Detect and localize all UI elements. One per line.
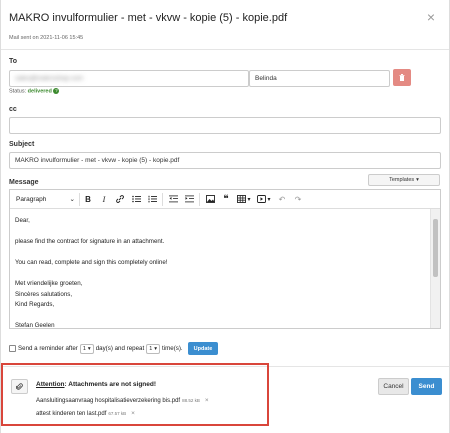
delete-recipient-button[interactable] bbox=[393, 69, 411, 86]
bullet-list-icon bbox=[131, 195, 141, 203]
attachment-item: attest kinderen ten last.pdf 67.57 kB × bbox=[36, 410, 135, 417]
message-body[interactable]: Dear, please find the contract for signa… bbox=[10, 209, 430, 328]
message-label: Message bbox=[9, 179, 39, 186]
reminder-text-middle: day(s) and repeat bbox=[95, 345, 145, 352]
caret-down-icon: ▾ bbox=[87, 345, 91, 352]
insert-image-button[interactable] bbox=[202, 192, 218, 207]
outdent-button[interactable] bbox=[165, 192, 181, 207]
image-icon bbox=[205, 195, 215, 203]
caret-down-icon: ▾ bbox=[154, 345, 158, 352]
cc-field[interactable] bbox=[9, 117, 441, 134]
chevron-down-icon: ⌄ bbox=[69, 196, 75, 203]
message-line: please find the contract for signature i… bbox=[15, 238, 165, 245]
italic-button[interactable]: I bbox=[96, 192, 112, 207]
message-line bbox=[15, 269, 425, 280]
attachment-name[interactable]: attest kinderen ten last.pdf bbox=[36, 411, 106, 417]
subject-field[interactable]: MAKRO invulformulier - met - vkvw - kopi… bbox=[9, 152, 441, 169]
reminder-text-before: Send a reminder after bbox=[18, 345, 78, 352]
days-value: 1 bbox=[82, 345, 86, 352]
attachment-item: Aansluitingsaanvraag hospitalisatieverze… bbox=[36, 397, 209, 404]
table-icon bbox=[237, 195, 247, 203]
undo-button[interactable]: ↶ bbox=[274, 192, 290, 207]
paragraph-format-select[interactable]: Paragraph ⌄ bbox=[12, 192, 80, 206]
message-line bbox=[15, 311, 425, 322]
reminder-repeat-select[interactable]: 1 ▾ bbox=[146, 343, 161, 354]
reminder-text-after: time(s). bbox=[162, 345, 183, 352]
numbered-list-icon bbox=[148, 195, 157, 203]
reminder-days-select[interactable]: 1 ▾ bbox=[79, 343, 94, 354]
status-value: delivered bbox=[27, 88, 52, 95]
toolbar-divider bbox=[162, 192, 163, 206]
attention-message: : Attachments are not signed! bbox=[64, 381, 157, 388]
attachment-size: 88.52 kB bbox=[182, 398, 200, 403]
quote-icon: ❝ bbox=[223, 193, 229, 205]
redo-button[interactable]: ↷ bbox=[290, 192, 306, 207]
outdent-icon bbox=[168, 195, 178, 203]
attachment-name[interactable]: Aansluitingsaanvraag hospitalisatieverze… bbox=[36, 398, 180, 404]
message-editor: Paragraph ⌄ B I ❝ ▾ ▾ ↶ ↷ Dear, please f… bbox=[9, 189, 441, 329]
format-value: Paragraph bbox=[16, 195, 47, 203]
bold-button[interactable]: B bbox=[80, 192, 96, 207]
attachment-size: 67.57 kB bbox=[108, 411, 127, 416]
to-name-value: Belinda bbox=[255, 75, 277, 82]
insert-media-button[interactable]: ▾ bbox=[254, 192, 274, 207]
templates-dropdown[interactable]: Templates ▾ bbox=[368, 174, 440, 186]
templates-label: Templates bbox=[389, 177, 415, 183]
message-line: Met vriendelijke groeten, bbox=[15, 280, 83, 287]
indent-icon bbox=[184, 195, 194, 203]
attention-label: Attention bbox=[36, 381, 65, 388]
reminder-checkbox[interactable] bbox=[9, 345, 16, 352]
add-attachment-button[interactable] bbox=[11, 379, 28, 394]
close-icon[interactable]: × bbox=[427, 10, 435, 24]
numbered-list-button[interactable] bbox=[144, 192, 160, 207]
bullet-list-button[interactable] bbox=[128, 192, 144, 207]
link-button[interactable] bbox=[112, 192, 128, 207]
delivery-status: Status: delivered ? bbox=[9, 88, 60, 95]
caret-down-icon: ▾ bbox=[416, 177, 419, 183]
message-line: Kind Regards, bbox=[15, 301, 55, 308]
mail-sent-meta: Mail sent on 2021-11-06 15:45 bbox=[9, 35, 84, 41]
media-icon bbox=[257, 195, 267, 203]
message-line: You can read, complete and sign this com… bbox=[15, 259, 168, 266]
toolbar-divider bbox=[199, 192, 200, 206]
remove-attachment-icon[interactable]: × bbox=[131, 410, 135, 417]
remove-attachment-icon[interactable]: × bbox=[205, 397, 209, 404]
reminder-row: Send a reminder after 1 ▾ day(s) and rep… bbox=[9, 342, 219, 355]
editor-toolbar: Paragraph ⌄ B I ❝ ▾ ▾ ↶ ↷ bbox=[10, 190, 440, 209]
cancel-button[interactable]: Cancel bbox=[378, 378, 409, 395]
update-button[interactable]: Update bbox=[187, 342, 219, 355]
subject-label: Subject bbox=[9, 141, 35, 148]
send-button[interactable]: Send bbox=[411, 378, 442, 395]
paperclip-icon bbox=[16, 382, 23, 390]
chevron-down-icon: ▾ bbox=[247, 196, 251, 203]
to-email-value: sales@makroshop.com bbox=[15, 75, 84, 82]
to-label: To bbox=[9, 58, 18, 65]
message-line: Stefan Geelen bbox=[15, 322, 55, 328]
to-email-field[interactable]: sales@makroshop.com bbox=[9, 70, 249, 87]
trash-icon bbox=[399, 74, 405, 81]
message-line: Sincères salutations, bbox=[15, 290, 73, 298]
message-line bbox=[15, 248, 425, 259]
repeat-value: 1 bbox=[149, 345, 153, 352]
status-prefix: Status: bbox=[9, 88, 27, 95]
message-line bbox=[15, 227, 425, 238]
editor-scrollbar[interactable] bbox=[430, 209, 440, 328]
chevron-down-icon: ▾ bbox=[267, 196, 271, 203]
attachments-panel: Attention: Attachments are not signed! A… bbox=[1, 363, 269, 426]
link-icon bbox=[116, 195, 124, 203]
dialog-title: MAKRO invulformulier - met - vkvw - kopi… bbox=[9, 12, 288, 24]
message-line: Dear, bbox=[15, 217, 30, 224]
blockquote-button[interactable]: ❝ bbox=[218, 192, 234, 207]
scrollbar-thumb[interactable] bbox=[433, 219, 438, 277]
indent-button[interactable] bbox=[181, 192, 197, 207]
send-mail-dialog: MAKRO invulformulier - met - vkvw - kopi… bbox=[0, 0, 450, 433]
help-icon[interactable]: ? bbox=[53, 88, 60, 94]
insert-table-button[interactable]: ▾ bbox=[234, 192, 254, 207]
header-divider bbox=[1, 49, 449, 50]
unsigned-warning: Attention: Attachments are not signed! bbox=[36, 381, 156, 388]
subject-value: MAKRO invulformulier - met - vkvw - kopi… bbox=[15, 157, 180, 164]
to-name-field[interactable]: Belinda bbox=[249, 70, 390, 87]
cc-label: cc bbox=[9, 106, 17, 113]
